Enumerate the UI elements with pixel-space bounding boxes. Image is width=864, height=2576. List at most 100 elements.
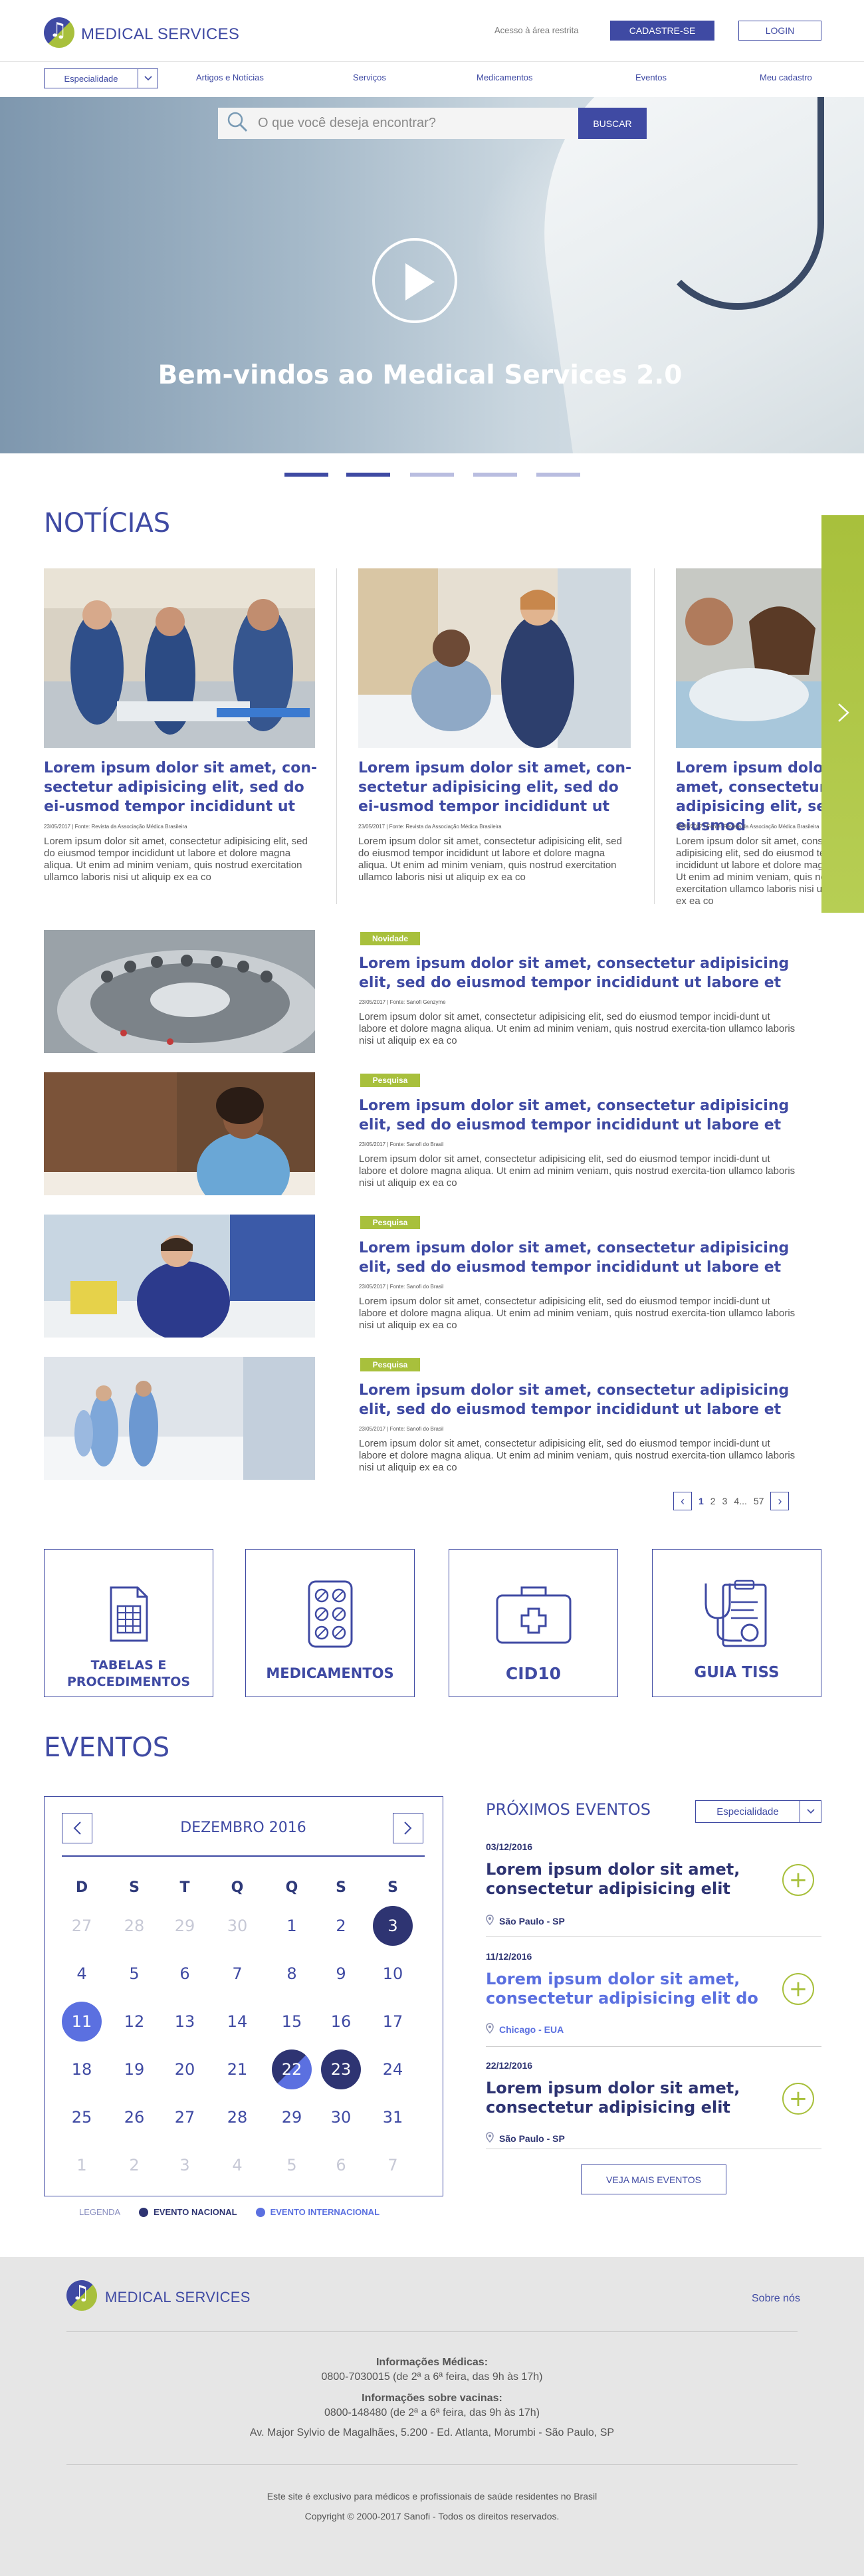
slider-dot-4[interactable]	[473, 473, 517, 477]
calendar-day[interactable]: 2	[114, 2145, 154, 2185]
news-image-doctors-walking[interactable]	[44, 1357, 315, 1480]
event-1-add-button[interactable]: +	[782, 1864, 814, 1896]
calendar-day[interactable]: 18	[62, 2049, 102, 2089]
pagination-next-button[interactable]: ›	[770, 1492, 790, 1510]
event-2-name[interactable]: Lorem ipsum dolor sit amet, consectetur …	[486, 1970, 772, 2008]
calendar-weekday: S	[336, 1879, 346, 1896]
calendar-day[interactable]: 5	[114, 1954, 154, 1994]
calendar-day[interactable]: 5	[272, 2145, 312, 2185]
news-list-1-title[interactable]: Lorem ipsum dolor sit amet, consectetur …	[359, 954, 791, 993]
search-button[interactable]: BUSCAR	[578, 108, 647, 139]
nav-item-articles[interactable]: Artigos e Notícias	[196, 72, 264, 82]
calendar-day[interactable]: 23	[321, 2049, 361, 2089]
more-events-button[interactable]: VEJA MAIS EVENTOS	[581, 2165, 726, 2194]
quick-link-medications[interactable]: MEDICAMENTOS	[245, 1549, 415, 1697]
pagination-page[interactable]: 2	[710, 1496, 716, 1506]
calendar-day[interactable]: 11	[62, 2002, 102, 2042]
calendar-day[interactable]: 29	[165, 1906, 205, 1946]
news-list-3-title[interactable]: Lorem ipsum dolor sit amet, consectetur …	[359, 1238, 791, 1277]
calendar-day[interactable]: 27	[62, 1906, 102, 1946]
login-button[interactable]: LOGIN	[738, 21, 821, 41]
calendar-day[interactable]: 16	[321, 2002, 361, 2042]
footer-brand-name[interactable]: MEDICAL SERVICES	[105, 2289, 251, 2306]
slider-dot-1[interactable]	[284, 473, 328, 477]
news-carousel-next[interactable]	[821, 515, 864, 913]
calendar-day[interactable]: 28	[217, 2097, 257, 2137]
quick-link-tiss-guide[interactable]: GUIA TISS	[652, 1549, 821, 1697]
nav-item-events[interactable]: Eventos	[635, 72, 667, 82]
news-image-hospital-hallway[interactable]	[44, 568, 315, 748]
calendar-day[interactable]: 3	[165, 2145, 205, 2185]
vaccine-info-phone[interactable]: 0800-148480 (de 2ª a 6ª feira, das 9h às…	[0, 2407, 864, 2419]
calendar-day[interactable]: 31	[373, 2097, 413, 2137]
calendar-day[interactable]: 4	[217, 2145, 257, 2185]
footer-logo-icon[interactable]: ♫	[66, 2280, 97, 2311]
calendar-day[interactable]: 2	[321, 1906, 361, 1946]
medical-info-phone[interactable]: 0800-7030015 (de 2ª a 6ª feira, das 9h à…	[0, 2371, 864, 2383]
quick-link-cid10[interactable]: CID10	[449, 1549, 618, 1697]
slider-dot-5[interactable]	[536, 473, 580, 477]
calendar-day[interactable]: 17	[373, 2002, 413, 2042]
event-3-add-button[interactable]: +	[782, 2083, 814, 2115]
play-video-icon[interactable]	[372, 238, 457, 323]
news-list-4-title[interactable]: Lorem ipsum dolor sit amet, consectetur …	[359, 1381, 791, 1419]
calendar-day[interactable]: 9	[321, 1954, 361, 1994]
nav-item-my-account[interactable]: Meu cadastro	[760, 72, 812, 82]
calendar-day[interactable]: 14	[217, 2002, 257, 2042]
featured-news-2-title[interactable]: Lorem ipsum dolor sit amet, con-sectetur…	[358, 759, 632, 816]
news-image-nurse-patient[interactable]	[358, 568, 631, 748]
calendar-day[interactable]: 13	[165, 2002, 205, 2042]
calendar-day[interactable]: 6	[165, 1954, 205, 1994]
pagination-page[interactable]: 4...	[734, 1496, 746, 1506]
calendar-day[interactable]: 24	[373, 2049, 413, 2089]
news-image-centrifuge[interactable]	[44, 930, 315, 1053]
calendar-day[interactable]: 4	[62, 1954, 102, 1994]
pagination-prev-button[interactable]: ‹	[673, 1492, 692, 1510]
brand-logo-icon[interactable]: ♫	[44, 17, 74, 48]
calendar-day[interactable]: 30	[217, 1906, 257, 1946]
calendar-day[interactable]: 28	[114, 1906, 154, 1946]
calendar-day[interactable]: 27	[165, 2097, 205, 2137]
calendar-day[interactable]: 22	[272, 2049, 312, 2089]
slider-dot-3[interactable]	[410, 473, 454, 477]
nav-item-services[interactable]: Serviços	[353, 72, 386, 82]
signup-button[interactable]: CADASTRE-SE	[610, 21, 714, 41]
calendar-day[interactable]: 7	[373, 2145, 413, 2185]
news-list-2-title[interactable]: Lorem ipsum dolor sit amet, consectetur …	[359, 1096, 791, 1135]
event-1-name[interactable]: Lorem ipsum dolor sit amet, consectetur …	[486, 1860, 772, 1899]
pagination-page[interactable]: 57	[754, 1496, 764, 1506]
pagination-page[interactable]: 3	[722, 1496, 728, 1506]
featured-news-1-title[interactable]: Lorem ipsum dolor sit amet, con-sectetur…	[44, 759, 318, 816]
search-input[interactable]: O que você deseja encontrar?	[218, 108, 578, 139]
calendar-day[interactable]: 10	[373, 1954, 413, 1994]
calendar-day[interactable]: 1	[272, 1906, 312, 1946]
calendar-next-button[interactable]	[393, 1813, 423, 1843]
specialty-select[interactable]: Especialidade	[44, 68, 158, 88]
calendar-day[interactable]: 1	[62, 2145, 102, 2185]
news-image-nurse-lab[interactable]	[44, 1215, 315, 1338]
news-image-woman-smiling[interactable]	[44, 1072, 315, 1195]
calendar-day[interactable]: 3	[373, 1906, 413, 1946]
brand-name[interactable]: MEDICAL SERVICES	[81, 25, 239, 44]
calendar-day[interactable]: 12	[114, 2002, 154, 2042]
event-2-add-button[interactable]: +	[782, 1973, 814, 2005]
restricted-area-link[interactable]: Acesso à área restrita	[494, 25, 578, 35]
calendar-day[interactable]: 20	[165, 2049, 205, 2089]
calendar-day[interactable]: 21	[217, 2049, 257, 2089]
quick-link-tables[interactable]: TABELAS E PROCEDIMENTOS	[44, 1549, 213, 1697]
calendar-day[interactable]: 25	[62, 2097, 102, 2137]
calendar-day[interactable]: 30	[321, 2097, 361, 2137]
about-link[interactable]: Sobre nós	[752, 2293, 800, 2305]
event-3-name[interactable]: Lorem ipsum dolor sit amet, consectetur …	[486, 2079, 772, 2117]
slider-dot-2[interactable]	[346, 473, 390, 477]
pagination-page[interactable]: 1	[699, 1496, 704, 1506]
calendar-day[interactable]: 19	[114, 2049, 154, 2089]
nav-item-medications[interactable]: Medicamentos	[477, 72, 533, 82]
calendar-day[interactable]: 15	[272, 2002, 312, 2042]
calendar-day[interactable]: 7	[217, 1954, 257, 1994]
calendar-day[interactable]: 29	[272, 2097, 312, 2137]
calendar-day[interactable]: 6	[321, 2145, 361, 2185]
calendar-day[interactable]: 26	[114, 2097, 154, 2137]
calendar-day[interactable]: 8	[272, 1954, 312, 1994]
events-specialty-filter[interactable]: Especialidade	[695, 1800, 821, 1823]
